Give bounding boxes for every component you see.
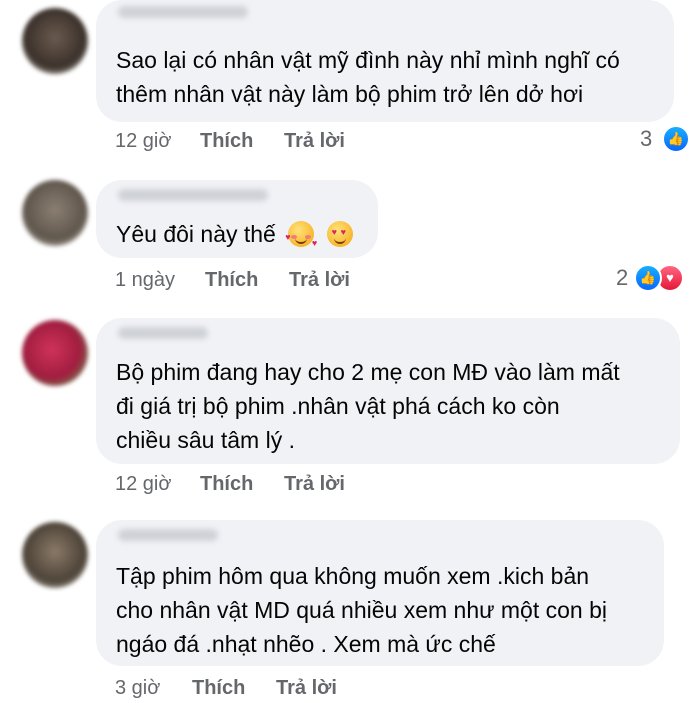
comment-text-line: Yêu đôi này thế ♥ ♥ ♥ ♥ (116, 216, 353, 253)
like-button[interactable]: Thích (200, 473, 253, 496)
comment-time[interactable]: 1 ngày (115, 269, 175, 292)
comment-time[interactable]: 12 giờ (115, 473, 171, 496)
comment-text-line: Bộ phim đang hay cho 2 mẹ con MĐ vào làm… (116, 359, 620, 385)
comment-text-line: đi giá trị bộ phim .nhân vật phá cách ko… (116, 393, 560, 419)
comment-text-line: Sao lại có nhân vật mỹ đình này nhỉ mình… (116, 47, 620, 73)
comment-text: Yêu đôi này thế (116, 221, 276, 247)
comment-bubble: Tập phim hôm qua không muốn xem .kich bả… (96, 520, 664, 666)
comment-actions: 3 giờ Thích Trả lời (0, 677, 700, 701)
like-button[interactable]: Thích (192, 677, 245, 700)
reaction-count: 3 (640, 126, 653, 151)
avatar[interactable] (22, 320, 88, 386)
comment-actions: 12 giờ Thích Trả lời (0, 130, 700, 154)
comment-actions: 12 giờ Thích Trả lời (0, 473, 700, 497)
author-name[interactable] (118, 6, 248, 18)
avatar[interactable] (22, 522, 88, 588)
like-button[interactable]: Thích (205, 269, 258, 292)
reaction-summary[interactable]: 2 👍 ♥ (614, 264, 698, 295)
comment-bubble: Sao lại có nhân vật mỹ đình này nhỉ mình… (96, 0, 674, 122)
heart-eyes-icon: ♥ ♥ (326, 221, 353, 247)
reply-button[interactable]: Trả lời (284, 130, 345, 153)
author-name[interactable] (118, 529, 218, 541)
comment-actions: 1 ngày Thích Trả lời (0, 269, 700, 293)
author-name[interactable] (118, 189, 268, 201)
avatar[interactable] (22, 8, 88, 74)
reply-button[interactable]: Trả lời (289, 269, 350, 292)
comment-text-line: chiều sâu tâm lý . (116, 427, 295, 453)
like-icon: 👍 (634, 264, 662, 292)
comment-bubble: Yêu đôi này thế ♥ ♥ ♥ ♥ (96, 180, 378, 258)
comment-text-line: Tập phim hôm qua không muốn xem .kich bả… (116, 563, 590, 589)
reply-button[interactable]: Trả lời (284, 473, 345, 496)
reply-button[interactable]: Trả lời (276, 677, 337, 700)
reaction-summary[interactable]: 3 👍 (636, 125, 696, 156)
author-name[interactable] (118, 327, 208, 339)
comment-time[interactable]: 3 giờ (115, 677, 160, 700)
reaction-count: 2 (616, 265, 629, 290)
avatar[interactable] (22, 180, 88, 246)
comment-time[interactable]: 12 giờ (115, 130, 171, 153)
like-button[interactable]: Thích (200, 130, 253, 153)
smiling-face-with-hearts-icon: ♥ ♥ (285, 221, 317, 248)
comment-text-line: thêm nhân vật này làm bộ phim trở lên dở… (116, 81, 584, 107)
comment-bubble: Bộ phim đang hay cho 2 mẹ con MĐ vào làm… (96, 318, 680, 464)
comment-text-line: cho nhân vật MD quá nhiều xem như một co… (116, 597, 608, 623)
comment-text-line: ngáo đá .nhạt nhẽo . Xem mà ức chế (116, 631, 496, 657)
like-icon: 👍 (662, 125, 690, 153)
